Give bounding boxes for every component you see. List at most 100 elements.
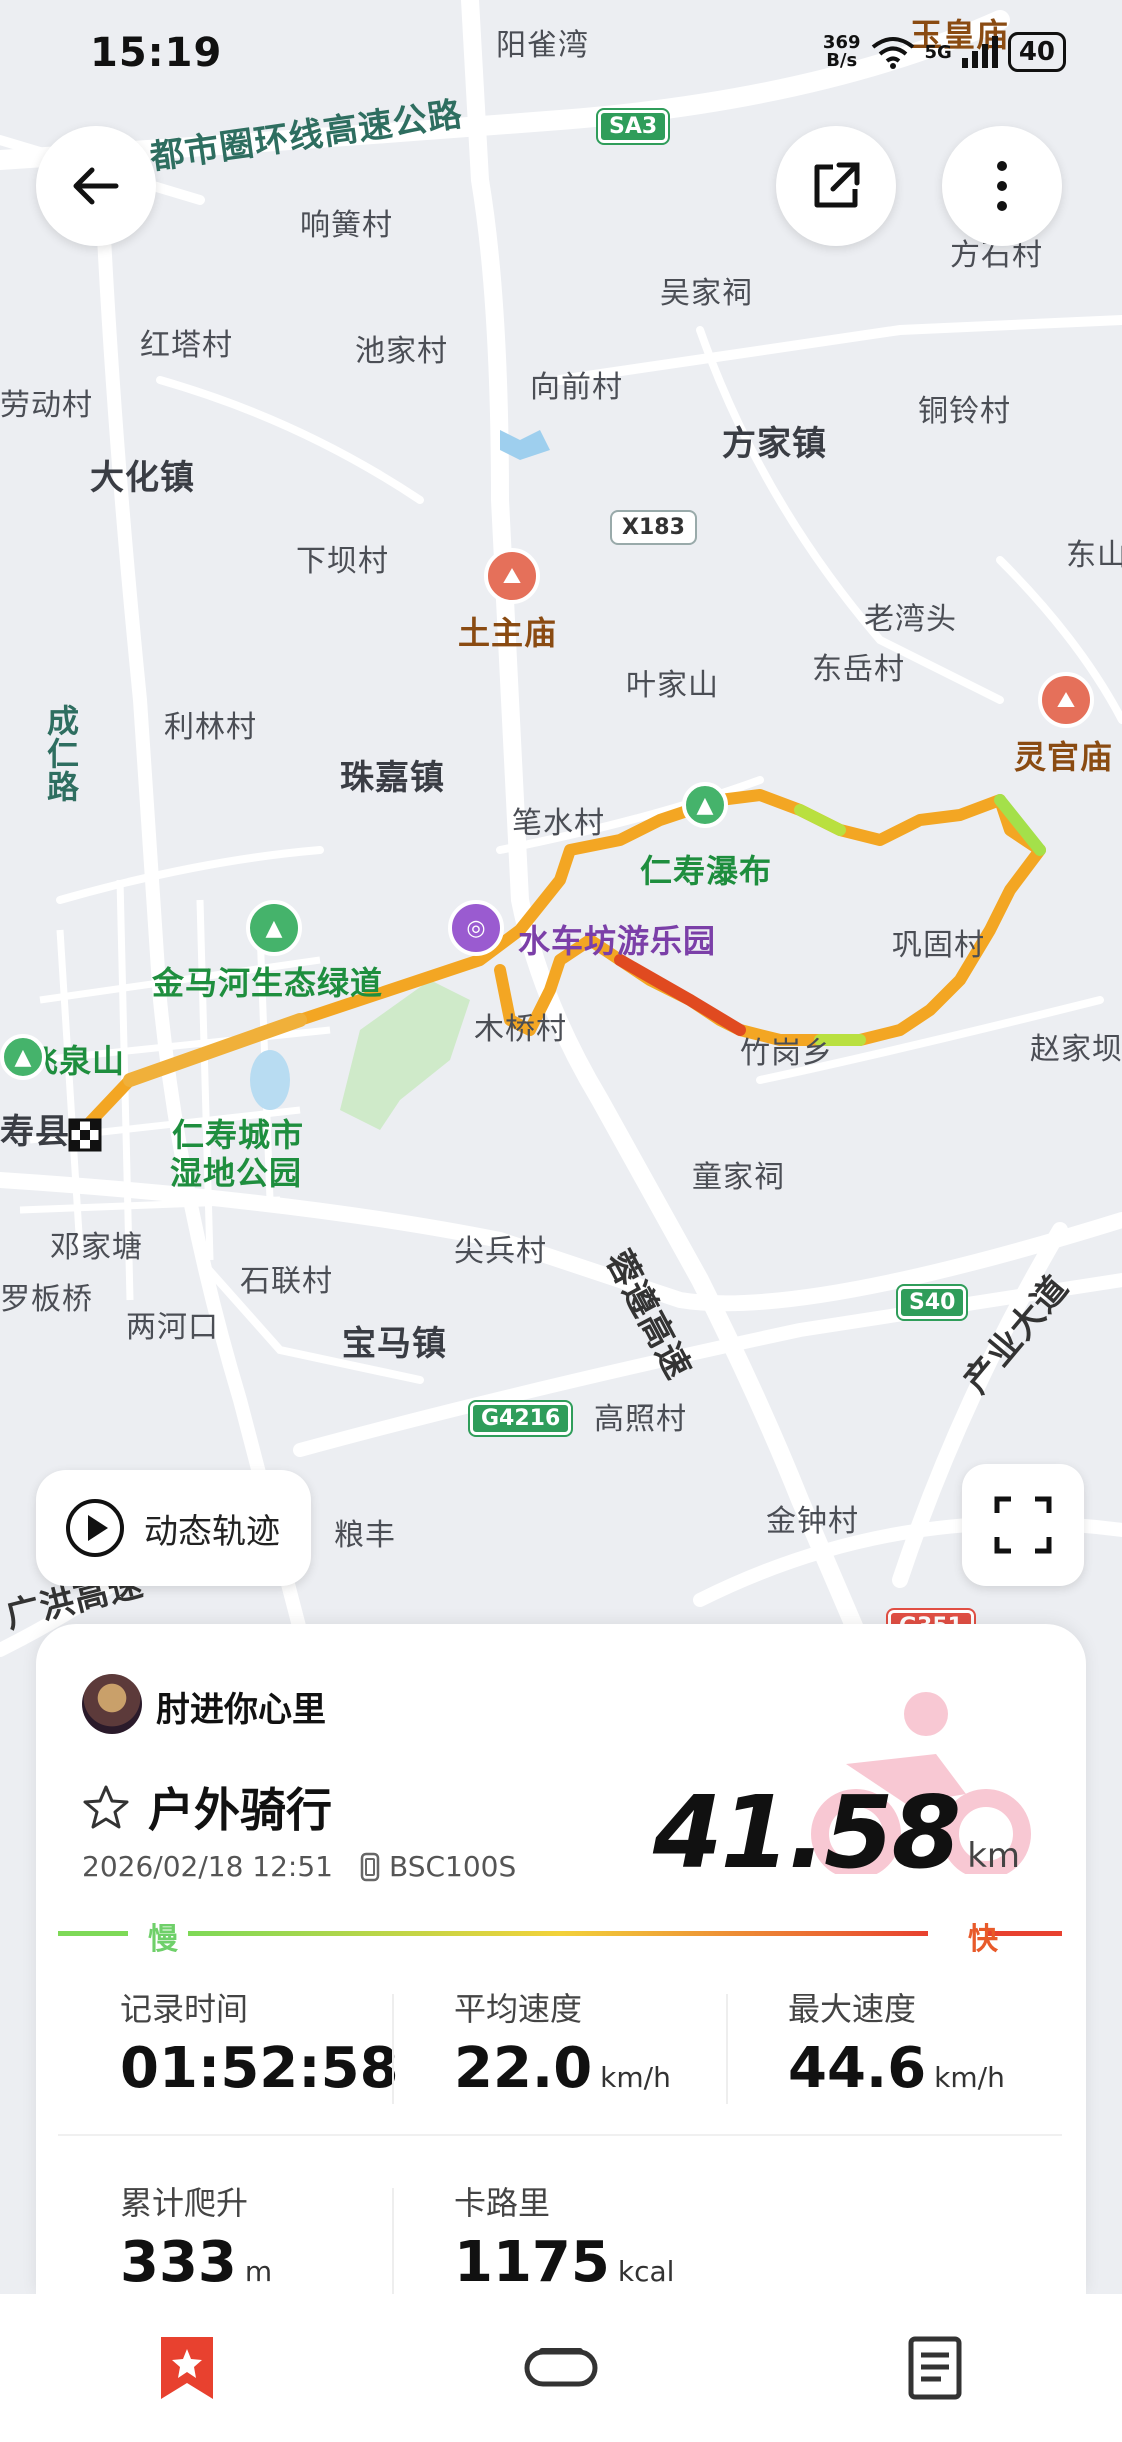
speed-slow-label: 慢 <box>148 1922 178 1957</box>
stat-label: 最大速度 <box>788 1990 917 2028</box>
star-outline-icon[interactable] <box>82 1783 130 1831</box>
activity-title-row: 户外骑行 <box>82 1774 332 1840</box>
stat-number: 01:52:58 <box>120 2036 399 2101</box>
avatar[interactable] <box>82 1674 142 1734</box>
nav-favorite[interactable] <box>127 2308 247 2428</box>
dynamic-track-label: 动态轨迹 <box>144 1511 280 1552</box>
activity-datetime: 2026/02/18 12:51 <box>82 1850 333 1883</box>
map-label: 石联村 <box>240 1264 333 1299</box>
map-label: 邓家塘 <box>50 1230 143 1265</box>
map-label: 宝马镇 <box>342 1324 447 1364</box>
map-label: 赵家坝 <box>1030 1032 1122 1067</box>
network-rate: 369 B/s <box>823 34 861 70</box>
device-icon <box>360 1852 380 1881</box>
map-label: 吴家祠 <box>660 276 753 311</box>
net-rate-unit: B/s <box>826 50 858 71</box>
stat-unit: kcal <box>617 2255 675 2288</box>
map-label: 仁寿瀑布 <box>640 852 773 890</box>
map-label: 高照村 <box>594 1402 687 1437</box>
map-label: 老湾头 <box>864 602 957 637</box>
stat-value: 22.0 km/h <box>454 2036 671 2101</box>
map-label: 金钟村 <box>766 1504 859 1539</box>
road-shield: S40 <box>895 1284 969 1321</box>
stat-unit: km/h <box>934 2061 1005 2094</box>
stat-label: 卡路里 <box>454 2184 551 2222</box>
map-label: 红塔村 <box>140 328 233 363</box>
stat-duration: 记录时间 01:52:58 <box>120 1984 399 2101</box>
device-name: BSC100S <box>388 1850 517 1883</box>
speed-legend: 慢 快 <box>58 1914 1062 1957</box>
map-label: 叶家山 <box>626 668 719 703</box>
distance-value: 41.58 <box>652 1774 961 1891</box>
stat-label: 记录时间 <box>120 1990 249 2028</box>
nav-details[interactable] <box>875 2308 995 2428</box>
more-vertical-icon <box>997 161 1007 211</box>
username[interactable]: 肘进你心里 <box>156 1682 326 1731</box>
signal-icon <box>961 36 998 68</box>
bottom-navigation <box>0 2294 1122 2442</box>
list-icon <box>908 2336 962 2400</box>
signal-type: 5G <box>924 41 952 63</box>
stat-label: 累计爬升 <box>120 2184 249 2222</box>
status-time: 15:19 <box>90 30 223 76</box>
map-label: 笔水村 <box>512 806 605 841</box>
stat-value: 44.6 km/h <box>788 2036 1005 2101</box>
map-label: 竹岗乡 <box>740 1036 833 1071</box>
park-poi-icon[interactable]: ▲ <box>246 900 302 956</box>
distance: 41.58 km <box>653 1774 1020 1891</box>
map-label: 粮丰 <box>334 1518 396 1553</box>
fullscreen-icon <box>994 1496 1052 1554</box>
map-label: 木桥村 <box>474 1012 567 1047</box>
status-bar: 15:19 369 B/s 5G 40 <box>0 0 1122 110</box>
map-label: 土主庙 <box>458 614 558 652</box>
map-label: 利林村 <box>164 710 257 745</box>
map-label: 成仁路 <box>42 704 80 803</box>
activity-type: 户外骑行 <box>148 1783 332 1837</box>
stat-avg-speed: 平均速度 22.0 km/h <box>454 1984 671 2101</box>
back-arrow-icon <box>73 167 119 205</box>
nav-device[interactable] <box>501 2308 621 2428</box>
back-button[interactable] <box>36 126 156 246</box>
stat-value: 1175 kcal <box>454 2230 674 2294</box>
bookmark-icon <box>161 2337 213 2399</box>
activity-summary-card: 肘进你心里 户外骑行 2026/02/18 12:51 BSC100S 41.5… <box>36 1624 1086 2294</box>
fullscreen-button[interactable] <box>962 1464 1084 1586</box>
map-label: 响簧村 <box>300 208 393 243</box>
more-button[interactable] <box>942 126 1062 246</box>
battery-level: 40 <box>1007 32 1066 72</box>
map-label: 湿地公园 <box>170 1154 303 1192</box>
speed-fast-label: 快 <box>968 1922 998 1957</box>
park-poi-icon[interactable]: ▲ <box>0 1034 46 1080</box>
map-label: 两河口 <box>126 1310 219 1345</box>
temple-poi-icon[interactable]: ⛰ <box>1038 672 1094 728</box>
road-shield: SA3 <box>595 108 671 145</box>
stat-number: 22.0 <box>454 2036 593 2101</box>
map-label: 灵官庙 <box>1014 738 1114 776</box>
divider <box>392 2188 394 2294</box>
divider <box>726 1994 728 2104</box>
map-label: 下坝村 <box>296 544 389 579</box>
amusement-poi-icon[interactable]: ◎ <box>448 900 504 956</box>
divider <box>58 2134 1062 2136</box>
distance-unit: km <box>967 1836 1020 1876</box>
map-label: 铜铃村 <box>918 394 1011 429</box>
stat-unit: m <box>244 2255 273 2288</box>
watch-icon <box>524 2348 598 2387</box>
map-label: 金马河生态绿道 <box>152 964 384 1002</box>
park-poi-icon[interactable]: ▲ <box>682 782 728 828</box>
temple-poi-icon[interactable]: ⛰ <box>484 548 540 604</box>
stat-number: 44.6 <box>788 2036 927 2101</box>
map-label: 劳动村 <box>0 388 93 423</box>
share-button[interactable] <box>776 126 896 246</box>
map-label: 珠嘉镇 <box>340 758 445 798</box>
map-label: 向前村 <box>530 370 623 405</box>
stat-value: 333 m <box>120 2230 272 2294</box>
stat-elevation: 累计爬升 333 m <box>120 2178 272 2294</box>
stat-unit: km/h <box>600 2061 671 2094</box>
status-indicators: 369 B/s 5G 40 <box>823 32 1066 72</box>
road-shield: X183 <box>610 510 697 545</box>
dynamic-track-button[interactable]: 动态轨迹 <box>36 1470 311 1586</box>
stat-number: 333 <box>120 2230 237 2294</box>
map-label: 罗板桥 <box>0 1282 93 1317</box>
share-icon <box>814 162 860 208</box>
